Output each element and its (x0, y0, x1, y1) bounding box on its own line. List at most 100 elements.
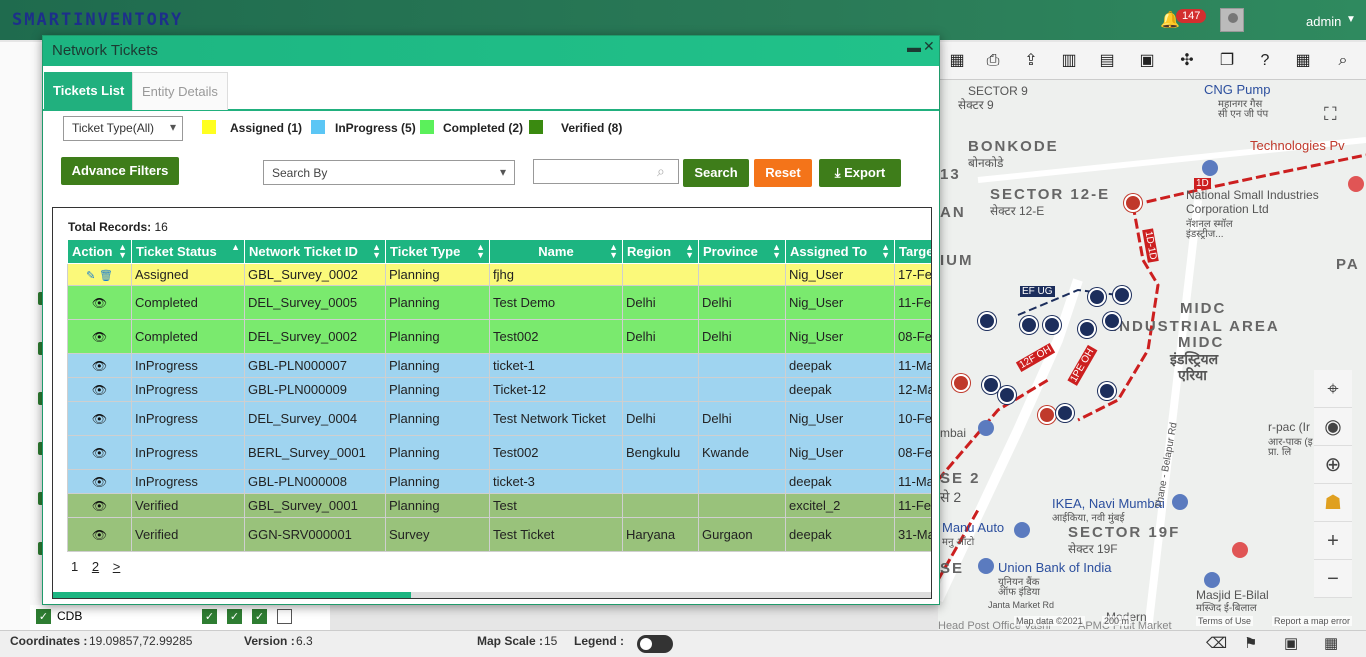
view-icon[interactable]: 👁 (92, 330, 107, 344)
view-icon[interactable]: 👁 (92, 296, 107, 310)
table-row[interactable]: 👁 Verified GBL_Survey_0001 Planning Test exci… (67, 493, 931, 518)
zoom-area-icon[interactable]: ⊕ (1314, 446, 1352, 484)
report-icon[interactable]: ▦ (946, 50, 968, 72)
window-icon[interactable]: ❐ (1216, 50, 1238, 72)
map-marker[interactable] (1098, 382, 1116, 400)
map-marker[interactable] (1124, 194, 1142, 212)
map-marker[interactable] (1078, 320, 1096, 338)
view-icon[interactable]: 👁 (92, 528, 107, 542)
sort-icon[interactable]: ▲ ▼ (118, 243, 127, 260)
zoom-in-button[interactable]: + (1314, 522, 1352, 560)
view-icon[interactable]: 👁 (92, 499, 107, 513)
map-marker[interactable] (1056, 404, 1074, 422)
avatar[interactable] (1220, 8, 1244, 32)
poi-marker[interactable] (1204, 572, 1220, 588)
map-marker[interactable] (952, 374, 970, 392)
poi-marker[interactable] (1014, 522, 1030, 538)
sort-icon[interactable]: ▲ ▼ (881, 243, 890, 260)
poi-marker[interactable] (978, 420, 994, 436)
search-icon[interactable]: ⌕ (1332, 50, 1354, 72)
layer-checkbox[interactable]: ✓ (252, 609, 267, 624)
layer-checkbox[interactable]: ✓ (227, 609, 242, 624)
layer-checkbox[interactable]: ✓ (36, 609, 51, 624)
column-header[interactable]: Ticket Status ▲ (131, 239, 245, 264)
export-button[interactable]: ⤓ Export (819, 159, 901, 187)
column-header[interactable]: Assigned To ▲ ▼ (785, 239, 895, 264)
table-scroll[interactable]: Action ▲ ▼ Ticket Status ▲ Network Ticket ID… (67, 239, 931, 555)
layer-checkbox[interactable] (277, 609, 292, 624)
poi-marker[interactable] (1172, 494, 1188, 510)
minimize-icon[interactable]: ▬ (907, 39, 921, 55)
column-header[interactable]: Targe (894, 239, 931, 264)
print-icon[interactable]: ⎙ (982, 50, 1004, 72)
map-marker[interactable] (982, 376, 1000, 394)
reset-button[interactable]: Reset (754, 159, 812, 187)
ticket-type-select[interactable]: Ticket Type(All) (63, 116, 183, 141)
map-marker[interactable] (998, 386, 1016, 404)
table-row[interactable]: 👁 InProgress DEL_Survey_0004 Planning Test N… (67, 401, 931, 436)
column-header[interactable]: Ticket Type ▲ ▼ (385, 239, 490, 264)
sort-icon[interactable]: ▲ (231, 243, 240, 259)
page-2[interactable]: 2 (92, 559, 99, 574)
poi-marker[interactable] (1202, 160, 1218, 176)
building-icon[interactable]: ▥ (1058, 50, 1080, 72)
poi-marker[interactable] (1348, 176, 1364, 192)
grid-icon[interactable]: ▦ (1324, 634, 1338, 652)
horizontal-scrollbar[interactable] (53, 592, 931, 598)
column-header[interactable]: Action ▲ ▼ (67, 239, 132, 264)
column-header[interactable]: Province ▲ ▼ (698, 239, 786, 264)
map-marker[interactable] (1103, 312, 1121, 330)
map-marker[interactable] (1038, 406, 1056, 424)
upload-icon[interactable]: ⇪ (1020, 50, 1042, 72)
table-icon[interactable]: ▦ (1292, 50, 1314, 72)
tab-entity-details[interactable]: Entity Details (132, 72, 228, 110)
legend-toggle[interactable] (637, 635, 673, 653)
view-icon[interactable]: 👁 (92, 412, 107, 426)
map-marker[interactable] (1088, 288, 1106, 306)
table-row[interactable]: 👁 InProgress BERL_Survey_0001 Planning Test0… (67, 435, 931, 470)
export-icon[interactable]: ▣ (1136, 50, 1158, 72)
table-row[interactable]: 👁 Verified GGN-SRV000001 Survey Test Ticket H… (67, 517, 931, 552)
sort-icon[interactable]: ▲ ▼ (476, 243, 485, 260)
fullscreen-icon[interactable]: ⛶ (1324, 104, 1346, 126)
view-icon[interactable]: 👁 (92, 446, 107, 460)
table-row[interactable]: 👁 Completed DEL_Survey_0002 Planning Test002… (67, 319, 931, 354)
flag-icon[interactable]: ⚑ (1244, 634, 1257, 652)
map-marker[interactable] (1043, 316, 1061, 334)
table-row[interactable]: 👁 InProgress GBL-PLN000007 Planning ticket-1… (67, 353, 931, 378)
search-by-select[interactable]: Search By (263, 160, 515, 185)
table-row[interactable]: 👁 InProgress GBL-PLN000009 Planning Ticket-1… (67, 377, 931, 402)
page-1[interactable]: 1 (71, 559, 78, 574)
column-header[interactable]: Network Ticket ID ▲ ▼ (244, 239, 386, 264)
chevron-down-icon[interactable]: ▼ (1346, 14, 1356, 25)
chart-report-icon[interactable]: ▤ (1096, 50, 1118, 72)
table-row[interactable]: ✎ 🗑 Assigned GBL_Survey_0002 Planning fjhg Ni… (67, 263, 931, 286)
modal-header[interactable]: Network Tickets ▬ ✕ (43, 36, 939, 66)
zoom-out-button[interactable]: − (1314, 560, 1352, 598)
column-header[interactable]: Name ▲ ▼ (489, 239, 623, 264)
help-icon[interactable]: ? (1254, 50, 1276, 72)
close-icon[interactable]: ✕ (923, 38, 935, 55)
scrollbar-thumb[interactable] (53, 592, 411, 598)
tab-tickets-list[interactable]: Tickets List (44, 72, 134, 110)
sort-icon[interactable]: ▲ ▼ (772, 243, 781, 260)
compass-icon[interactable]: ⌖ (1314, 370, 1352, 408)
poi-marker[interactable] (1232, 542, 1248, 558)
network-icon[interactable]: ✣ (1176, 50, 1198, 72)
eraser-icon[interactable]: ⌫ (1206, 634, 1227, 652)
next-page[interactable]: > (113, 559, 121, 574)
map-marker[interactable] (1113, 286, 1131, 304)
view-icon[interactable]: 👁 (92, 359, 107, 373)
map-marker[interactable] (1020, 316, 1038, 334)
report-error-link[interactable]: Report a map error (1272, 616, 1353, 626)
map-view[interactable]: SECTOR 9 सेक्टर 9 CNG Pump महानगर गैस सी… (938, 80, 1366, 630)
column-header[interactable]: Region ▲ ▼ (622, 239, 699, 264)
view-icon[interactable]: 👁 (92, 475, 107, 489)
sort-icon[interactable]: ▲ ▼ (372, 243, 381, 260)
notification-badge[interactable]: 147 (1176, 9, 1207, 23)
sort-icon[interactable]: ▲ ▼ (685, 243, 694, 260)
table-row[interactable]: 👁 InProgress GBL-PLN000008 Planning ticket-3… (67, 469, 931, 494)
user-name[interactable]: admin (1306, 14, 1341, 29)
terms-link[interactable]: Terms of Use (1196, 616, 1254, 626)
view-icon[interactable]: 👁 (92, 383, 107, 397)
